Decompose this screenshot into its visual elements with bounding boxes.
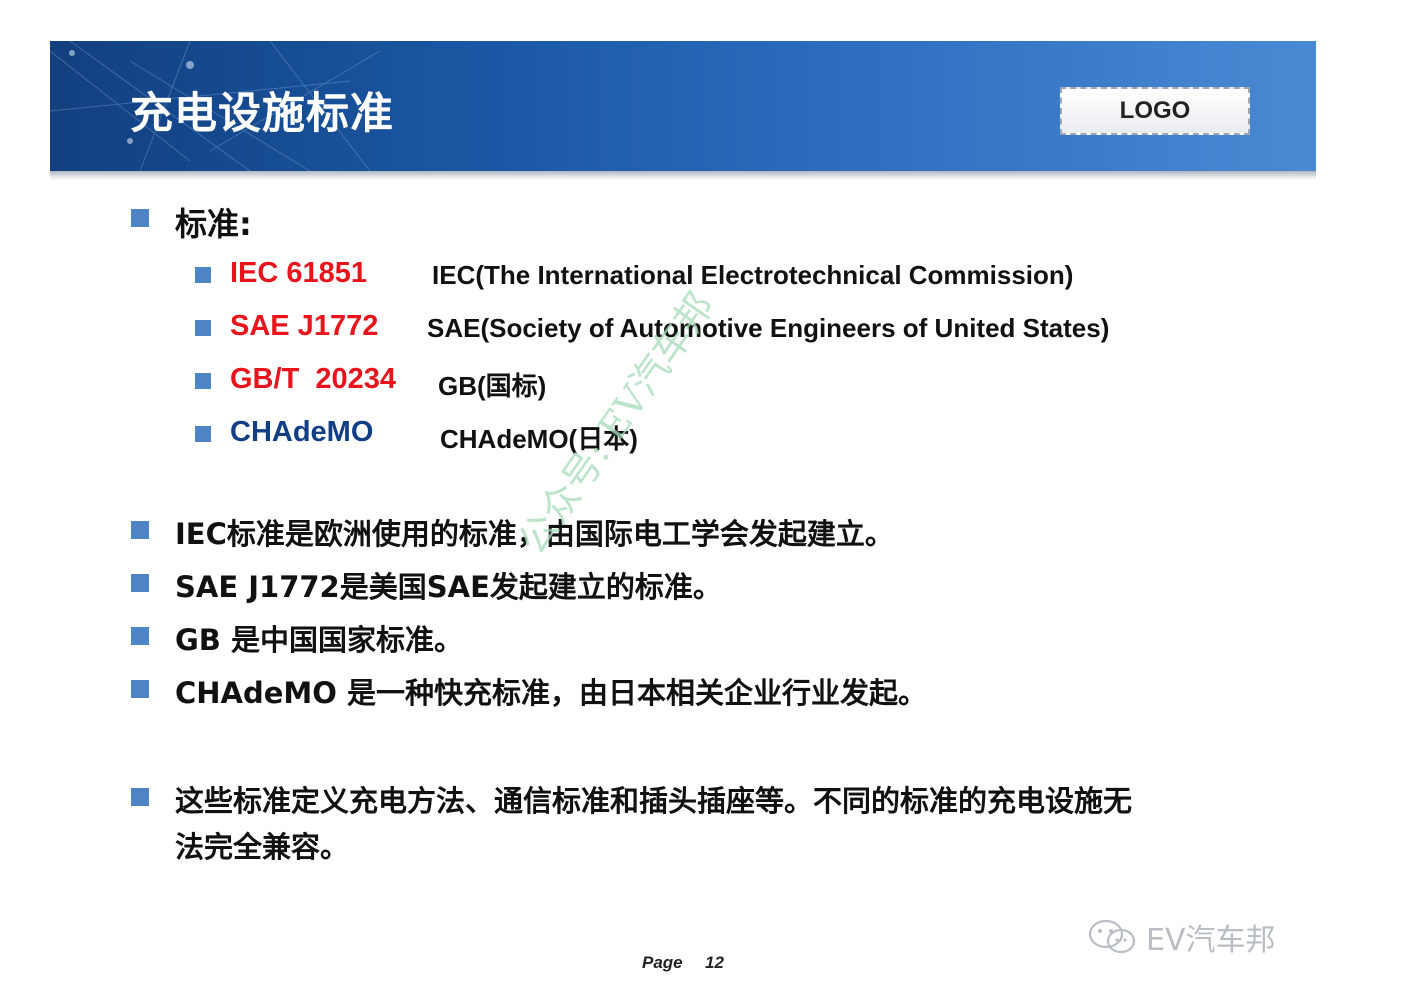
bullet-square-icon bbox=[131, 680, 149, 698]
standard-description: SAE(Society of Automotive Engineers of U… bbox=[427, 313, 1110, 343]
bullet-square-icon bbox=[195, 267, 211, 283]
bullet-square-icon bbox=[195, 320, 211, 336]
header-shadow bbox=[50, 171, 1316, 181]
bullet-square-icon bbox=[195, 373, 211, 389]
bullet-square-icon bbox=[195, 426, 211, 442]
brand-name: EV汽车邦 bbox=[1146, 923, 1276, 958]
standard-code: IEC 61851 bbox=[230, 257, 368, 289]
bullet-square-icon bbox=[131, 521, 149, 539]
header-banner: 充电设施标准 LOGO bbox=[50, 41, 1316, 171]
standard-code: CHAdeMO bbox=[230, 416, 374, 448]
note-item: SAE J1772是美国SAE发起建立的标准。 bbox=[175, 570, 722, 604]
bullet-square-icon bbox=[131, 627, 149, 645]
summary-line: 这些标准定义充电方法、通信标准和插头插座等。不同的标准的充电设施无 bbox=[175, 784, 1133, 818]
page-title: 充电设施标准 bbox=[130, 89, 394, 139]
note-item: CHAdeMO 是一种快充标准，由日本相关企业行业发起。 bbox=[175, 676, 928, 710]
wechat-icon bbox=[1088, 919, 1136, 954]
bullet-square-icon bbox=[131, 209, 149, 227]
page-number: 12 bbox=[705, 953, 724, 972]
section-label: 标准: bbox=[175, 205, 252, 243]
summary-line: 法完全兼容。 bbox=[175, 830, 350, 864]
bullet-square-icon bbox=[131, 788, 149, 806]
note-item: GB 是中国国家标准。 bbox=[175, 623, 464, 657]
brand-mark: EV汽车邦 bbox=[1086, 915, 1275, 959]
standard-description: IEC(The International Electrotechnical C… bbox=[432, 260, 1074, 290]
page-word: Page bbox=[642, 953, 683, 972]
standard-description: GB(国标) bbox=[438, 371, 547, 401]
bullet-square-icon bbox=[131, 574, 149, 592]
standard-code: SAE J1772 bbox=[230, 310, 379, 342]
slide: 充电设施标准 LOGO 标准: IEC 61851 IEC(The Intern… bbox=[0, 0, 1403, 992]
standard-code: GB/T 20234 bbox=[230, 363, 397, 395]
logo-placeholder: LOGO bbox=[1060, 87, 1250, 135]
